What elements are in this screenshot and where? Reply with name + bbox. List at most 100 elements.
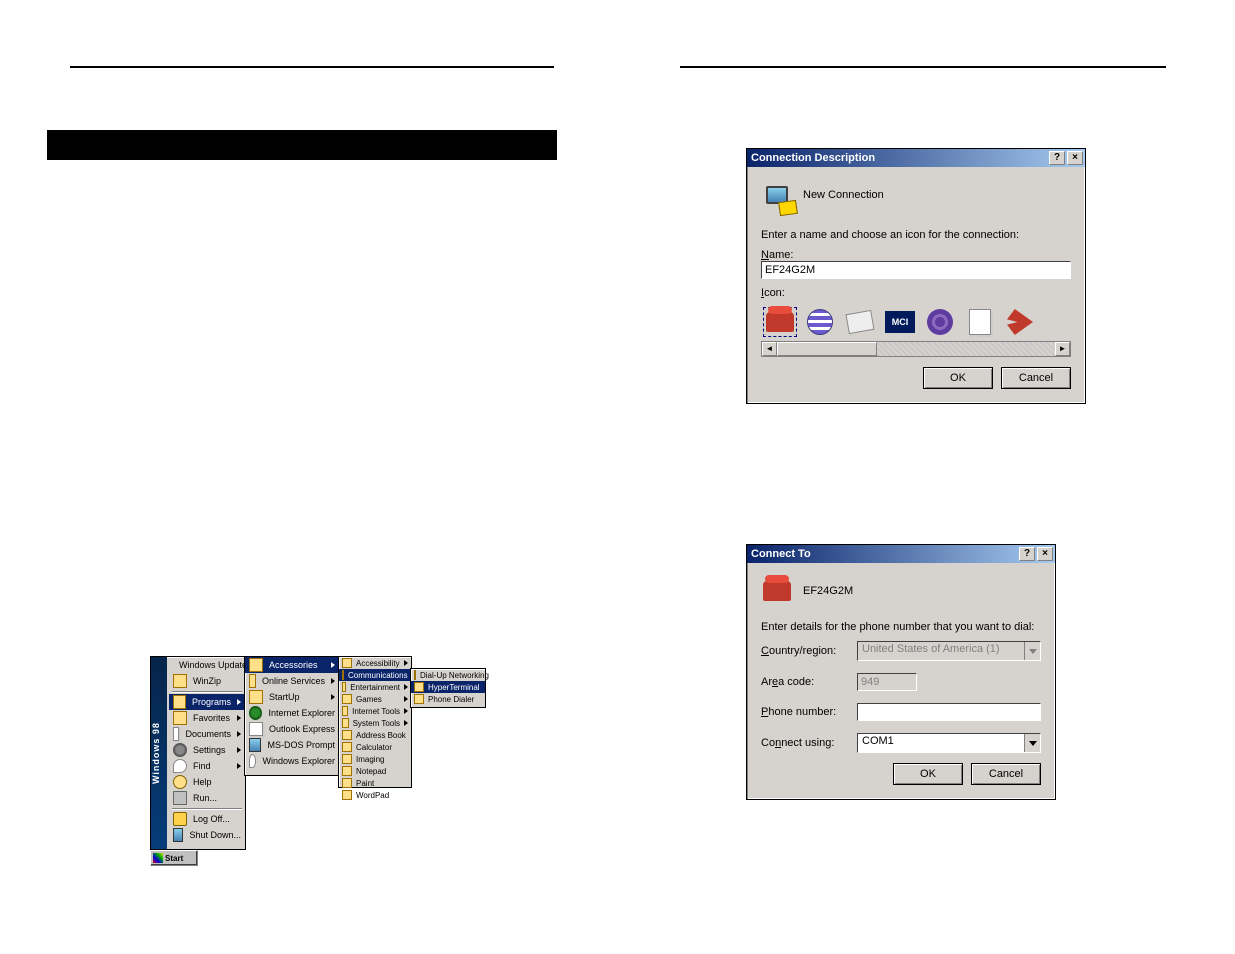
menu-item-notepad[interactable]: Notepad	[339, 765, 411, 777]
menu-item-shut-down-[interactable]: Shut Down...	[169, 827, 245, 843]
menu-item-settings[interactable]: Settings	[169, 742, 245, 758]
menu-item-communications[interactable]: Communications	[339, 669, 411, 681]
chevron-down-icon[interactable]	[1024, 734, 1040, 752]
country-select: United States of America (1)	[857, 641, 1041, 661]
menu-item-label: Imaging	[356, 755, 384, 764]
menu-item-label: Find	[193, 761, 211, 771]
submenu-arrow-icon	[404, 660, 408, 666]
menu-item-label: Calculator	[356, 743, 392, 752]
menu-item-documents[interactable]: Documents	[169, 726, 245, 742]
connect-to-dialog: Connect To ? × EF24G2M Enter details for…	[746, 544, 1056, 800]
folder-icon	[342, 754, 352, 764]
menu-item-log-off-[interactable]: Log Off...	[169, 811, 245, 827]
menu-item-programs[interactable]: Programs	[169, 694, 245, 710]
menu-item-run-[interactable]: Run...	[169, 790, 245, 806]
folder-icon	[173, 674, 187, 688]
help-button[interactable]: ?	[1019, 547, 1035, 561]
phone-icon[interactable]	[763, 307, 797, 337]
menu-item-accessibility[interactable]: Accessibility	[339, 657, 411, 669]
modem-icon[interactable]	[843, 307, 877, 337]
menu-item-find[interactable]: Find	[169, 758, 245, 774]
communications-menu[interactable]: Dial-Up NetworkingHyperTerminalPhone Dia…	[410, 668, 486, 708]
menu-item-entertainment[interactable]: Entertainment	[339, 681, 411, 693]
menu-item-address-book[interactable]: Address Book	[339, 729, 411, 741]
folder-icon	[342, 658, 352, 668]
menu-item-internet-explorer[interactable]: Internet Explorer	[245, 705, 339, 721]
folder-icon	[342, 730, 352, 740]
menu-item-wordpad[interactable]: WordPad	[339, 789, 411, 801]
submenu-arrow-icon	[404, 684, 408, 690]
connection-icon	[761, 575, 793, 607]
menu-item-online-services[interactable]: Online Services	[245, 673, 339, 689]
windows-logo-icon	[153, 853, 163, 863]
close-button[interactable]: ×	[1067, 151, 1083, 165]
menu-item-label: Documents	[185, 729, 231, 739]
menu-item-phone-dialer[interactable]: Phone Dialer	[411, 693, 485, 705]
dialog-title: Connection Description	[751, 152, 1047, 164]
programs-menu[interactable]: AccessoriesOnline ServicesStartUpInterne…	[244, 656, 340, 776]
menu-item-label: Address Book	[356, 731, 406, 740]
icon-picker[interactable]: MCI	[761, 303, 1071, 341]
submenu-arrow-icon	[237, 715, 241, 721]
menu-item-outlook-express[interactable]: Outlook Express	[245, 721, 339, 737]
folder-icon	[249, 674, 256, 688]
scroll-thumb[interactable]	[777, 342, 877, 356]
phone-number-input[interactable]	[857, 703, 1041, 721]
close-button[interactable]: ×	[1037, 547, 1053, 561]
menu-item-system-tools[interactable]: System Tools	[339, 717, 411, 729]
menu-item-games[interactable]: Games	[339, 693, 411, 705]
title-bar[interactable]: Connect To ? ×	[747, 545, 1055, 563]
connect-using-select[interactable]: COM1	[857, 733, 1041, 753]
menu-item-label: Entertainment	[350, 683, 400, 692]
folder-icon	[342, 682, 346, 692]
connection-name-input[interactable]	[761, 261, 1071, 279]
satellite-icon[interactable]	[1003, 307, 1037, 337]
cancel-button[interactable]: Cancel	[1001, 367, 1071, 389]
ok-button[interactable]: OK	[923, 367, 993, 389]
menu-item-label: Accessibility	[356, 659, 400, 668]
phone-number-label: Phone number:	[761, 706, 851, 718]
folder-icon	[173, 695, 186, 709]
folder-icon	[342, 706, 348, 716]
connect-using-label: Connect using:	[761, 737, 851, 749]
menu-item-label: Log Off...	[193, 814, 230, 824]
menu-item-label: WordPad	[356, 791, 389, 800]
globe-icon[interactable]	[803, 307, 837, 337]
scroll-left-button[interactable]: ◄	[762, 342, 777, 356]
accessories-menu[interactable]: Accessibility Communications Entertainment…	[338, 656, 412, 788]
country-label: Country/region:	[761, 645, 851, 657]
menu-item-internet-tools[interactable]: Internet Tools	[339, 705, 411, 717]
menu-item-hyperterminal[interactable]: HyperTerminal	[411, 681, 485, 693]
menu-item-label: Notepad	[356, 767, 386, 776]
menu-item-startup[interactable]: StartUp	[245, 689, 339, 705]
menu-item-favorites[interactable]: Favorites	[169, 710, 245, 726]
start-menu[interactable]: Windows 98 Windows UpdateWinZipProgramsF…	[150, 656, 246, 850]
start-menu-screenshot: Windows 98 Windows UpdateWinZipProgramsF…	[150, 656, 486, 866]
help-button[interactable]: ?	[1049, 151, 1065, 165]
icon-label: Icon:	[761, 287, 1071, 299]
menu-item-calculator[interactable]: Calculator	[339, 741, 411, 753]
cancel-button[interactable]: Cancel	[971, 763, 1041, 785]
att-icon[interactable]	[923, 307, 957, 337]
ok-button[interactable]: OK	[893, 763, 963, 785]
menu-item-ms-dos-prompt[interactable]: MS-DOS Prompt	[245, 737, 339, 753]
scroll-right-button[interactable]: ►	[1055, 342, 1070, 356]
title-bar[interactable]: Connection Description ? ×	[747, 149, 1085, 167]
menu-item-dial-up-networking[interactable]: Dial-Up Networking	[411, 669, 485, 681]
menu-item-label: Communications	[348, 671, 408, 680]
left-column-rule	[70, 66, 554, 68]
submenu-arrow-icon	[331, 662, 335, 668]
folder-icon	[173, 711, 187, 725]
menu-item-help[interactable]: Help	[169, 774, 245, 790]
menu-item-winzip[interactable]: WinZip	[169, 673, 245, 689]
menu-item-accessories[interactable]: Accessories	[245, 657, 339, 673]
mci-icon[interactable]: MCI	[883, 307, 917, 337]
icon-scrollbar[interactable]: ◄ ►	[761, 341, 1071, 357]
start-button[interactable]: Start	[150, 850, 198, 866]
menu-item-windows-explorer[interactable]: Windows Explorer	[245, 753, 339, 769]
menu-item-imaging[interactable]: Imaging	[339, 753, 411, 765]
chevron-down-icon	[1024, 642, 1040, 660]
menu-item-windows-update[interactable]: Windows Update	[169, 657, 245, 673]
document-icon[interactable]	[963, 307, 997, 337]
menu-item-paint[interactable]: Paint	[339, 777, 411, 789]
